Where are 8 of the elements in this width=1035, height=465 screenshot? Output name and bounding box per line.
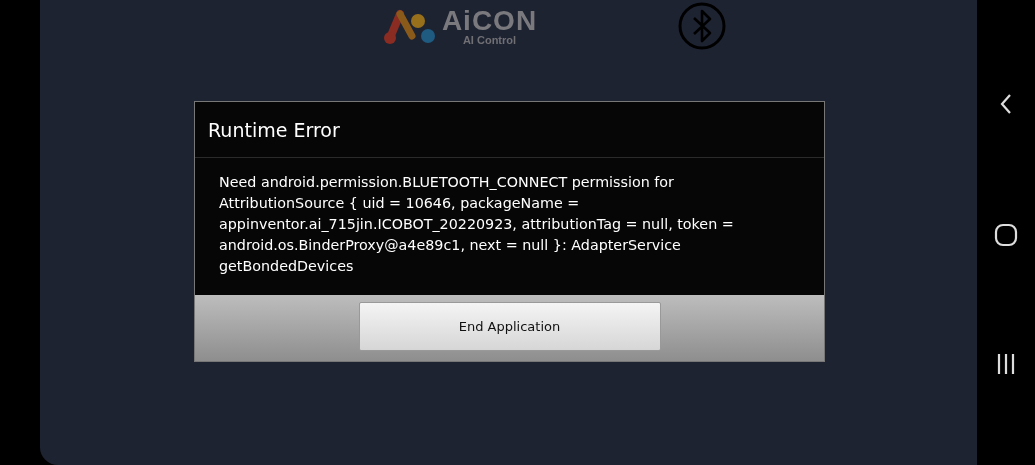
- error-message: Need android.permission.BLUETOOTH_CONNECT permission for AttributionSource { uid = 10646, packageName = appinventor.ai_715jin.ICOBOT_20220923, attributionTag = null, token = android.os.BinderProxy@a4e89c1, next = null }: AdapterService getBondedDevices: [219, 173, 735, 276]
- logo-title: AiCON: [441, 6, 538, 35]
- home-icon[interactable]: [994, 222, 1018, 247]
- back-icon[interactable]: [998, 92, 1014, 116]
- logo-subtitle: AI Control: [462, 34, 517, 46]
- dialog-title: Runtime Error: [195, 102, 824, 158]
- recents-icon[interactable]: [995, 353, 1017, 375]
- end-application-button[interactable]: End Application: [358, 301, 661, 351]
